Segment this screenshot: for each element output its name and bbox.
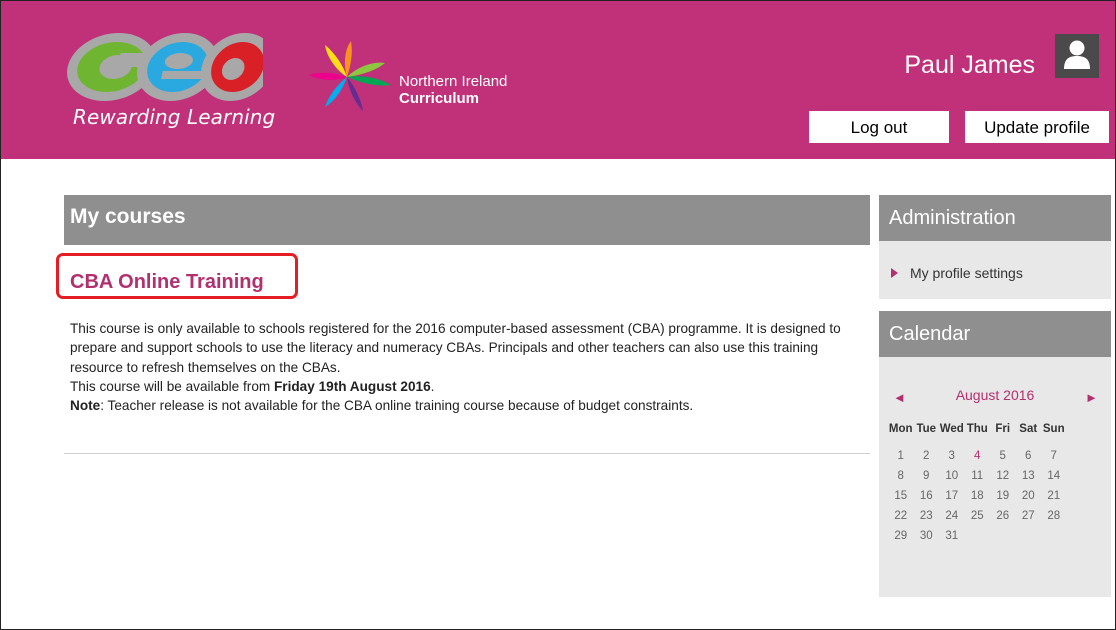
calendar-day[interactable]: 11: [965, 466, 991, 486]
availability-date: Friday 19th August 2016: [274, 378, 431, 394]
calendar-day[interactable]: 1: [888, 446, 914, 466]
calendar-day[interactable]: 14: [1041, 466, 1067, 486]
logout-button[interactable]: Log out: [809, 111, 949, 143]
calendar-day[interactable]: 17: [939, 486, 965, 506]
note-label: Note: [70, 398, 101, 414]
calendar-week-row: 15 16 17 18 19 20 21: [888, 486, 1106, 506]
profile-settings-label: My profile settings: [910, 265, 1023, 281]
calendar-day[interactable]: 31: [939, 526, 965, 546]
calendar-heading: Calendar: [879, 311, 1111, 357]
calendar-block: Calendar ◄ August 2016 ► Mon Tue Wed Thu…: [879, 311, 1111, 597]
calendar-weekday-row: Mon Tue Wed Thu Fri Sat Sun: [888, 419, 1106, 439]
calendar-day[interactable]: 3: [939, 446, 965, 466]
calendar-grid: Mon Tue Wed Thu Fri Sat Sun 1 2 3 4 5 6 7 8 9 10 1…: [888, 419, 1106, 546]
calendar-empty-cell: [1041, 526, 1067, 546]
calendar-day[interactable]: 8: [888, 466, 914, 486]
availability-prefix: This course will be available from: [70, 378, 274, 394]
calendar-day[interactable]: 6: [1016, 446, 1042, 466]
administration-heading: Administration: [879, 195, 1111, 241]
user-name[interactable]: Paul James: [904, 51, 1035, 80]
calendar-day[interactable]: 23: [914, 506, 940, 526]
course-availability: This course will be available from Frida…: [70, 377, 870, 396]
calendar-empty-cell: [990, 526, 1016, 546]
course-summary: This course is only available to schools…: [70, 321, 841, 375]
calendar-day[interactable]: 9: [914, 466, 940, 486]
calendar-weeks: 1 2 3 4 5 6 7 8 9 10 11 12 13 14 15 16 17 18 19 20 21 22 23 24 2…: [888, 446, 1106, 546]
calendar-day[interactable]: 16: [914, 486, 940, 506]
user-icon: [1064, 40, 1090, 69]
calendar-day[interactable]: 28: [1041, 506, 1067, 526]
ni-curriculum-logo[interactable]: [299, 37, 409, 117]
ni-curriculum-text: Northern Ireland Curriculum: [399, 73, 507, 107]
calendar-week-row: 29 30 31: [888, 526, 1106, 546]
availability-suffix: .: [430, 378, 435, 394]
calendar-day[interactable]: 29: [888, 526, 914, 546]
my-profile-settings-link[interactable]: My profile settings: [891, 265, 1023, 281]
calendar-week-row: 8 9 10 11 12 13 14: [888, 466, 1106, 486]
calendar-empty-cell: [1016, 526, 1042, 546]
calendar-empty-cell: [965, 526, 991, 546]
curriculum-line2: Curriculum: [399, 90, 480, 107]
administration-block: Administration My profile settings: [879, 195, 1111, 299]
calendar-day[interactable]: 4: [965, 446, 991, 466]
calendar-day[interactable]: 10: [939, 466, 965, 486]
calendar-day[interactable]: 21: [1041, 486, 1067, 506]
calendar-day[interactable]: 25: [965, 506, 991, 526]
course-note: Note: Teacher release is not available f…: [70, 396, 870, 415]
update-profile-button[interactable]: Update profile: [965, 111, 1109, 143]
page-frame: Rewarding Learning Northern Ireland Curr…: [0, 0, 1116, 630]
calendar-month-link[interactable]: August 2016: [949, 387, 1041, 403]
weekday-label: Tue: [916, 423, 937, 435]
weekday-label: Sun: [1042, 423, 1065, 435]
calendar-day[interactable]: 24: [939, 506, 965, 526]
calendar-day[interactable]: 5: [990, 446, 1016, 466]
calendar-day[interactable]: 2: [914, 446, 940, 466]
weekday-label: Thu: [966, 423, 988, 435]
weekday-label: Sat: [1019, 423, 1038, 435]
course-title-link[interactable]: CBA Online Training: [70, 271, 264, 294]
divider: [64, 453, 870, 454]
calendar-day[interactable]: 12: [990, 466, 1016, 486]
note-text: : Teacher release is not available for t…: [100, 398, 694, 414]
calendar-day[interactable]: 19: [990, 486, 1016, 506]
site-header: Rewarding Learning Northern Ireland Curr…: [1, 1, 1115, 159]
calendar-day[interactable]: 26: [990, 506, 1016, 526]
calendar-day[interactable]: 20: [1016, 486, 1042, 506]
calendar-day[interactable]: 7: [1041, 446, 1067, 466]
calendar-week-row: 22 23 24 25 26 27 28: [888, 506, 1106, 526]
calendar-day[interactable]: 27: [1016, 506, 1042, 526]
cea-tagline: Rewarding Learning: [73, 105, 276, 129]
weekday-label: Fri: [995, 423, 1011, 435]
avatar[interactable]: [1055, 34, 1099, 78]
my-courses-heading: My courses: [64, 195, 870, 245]
curriculum-line1: Northern Ireland: [399, 73, 508, 90]
weekday-label: Mon: [888, 423, 913, 435]
weekday-label: Wed: [939, 423, 964, 435]
calendar-week-row: 1234567: [888, 446, 1106, 466]
calendar-day[interactable]: 18: [965, 486, 991, 506]
calendar-next-icon[interactable]: ►: [1085, 390, 1098, 405]
calendar-day[interactable]: 30: [914, 526, 940, 546]
calendar-day[interactable]: 13: [1016, 466, 1042, 486]
calendar-day[interactable]: 15: [888, 486, 914, 506]
calendar-prev-icon[interactable]: ◄: [893, 390, 906, 405]
calendar-day[interactable]: 22: [888, 506, 914, 526]
course-description: This course is only available to schools…: [70, 319, 870, 415]
triangle-right-icon: [891, 268, 898, 279]
